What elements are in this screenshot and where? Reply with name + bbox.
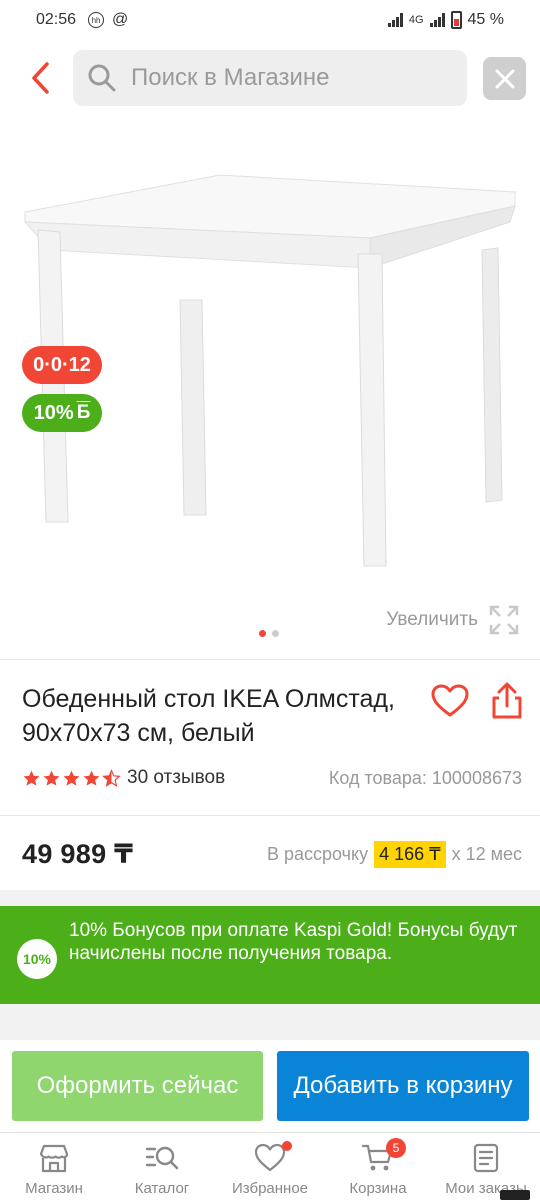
product-title: Обеденный стол IKEA Олмстад, 90x70x73 см… [22, 685, 395, 747]
gallery-pagination [259, 630, 279, 637]
star-half-icon [102, 768, 121, 787]
section-gap [0, 1004, 540, 1040]
product-gallery[interactable]: 0·0·12 10% Б Увеличить [0, 120, 540, 650]
search-header [0, 48, 540, 110]
zoom-label: Увеличить [386, 609, 478, 630]
expand-icon [489, 605, 519, 635]
store-icon [39, 1144, 69, 1173]
star-icon [23, 770, 40, 786]
installment-suffix: x 12 мес [451, 843, 522, 864]
heart-icon [254, 1143, 286, 1172]
tab-label: Каталог [134, 1180, 190, 1197]
tab-catalog[interactable]: Каталог [108, 1133, 216, 1204]
share-icon [492, 682, 522, 719]
installment-amount: 4 166 ₸ [374, 840, 446, 868]
installment-info[interactable]: В рассрочку 4 166 ₸ x 12 мес [266, 840, 522, 868]
rating-stars[interactable] [22, 768, 121, 788]
bonus-badge-symbol: Б [76, 402, 91, 423]
rating-row: 30 отзывов Код товара: 100008673 [22, 764, 522, 792]
zoom-button[interactable]: Увеличить [386, 604, 520, 636]
share-button[interactable] [487, 681, 527, 721]
back-button[interactable] [22, 56, 58, 100]
status-time: 02:56 [36, 11, 77, 28]
star-icon [63, 770, 80, 786]
tab-store[interactable]: Магазин [0, 1133, 108, 1204]
tab-cart[interactable]: 5 Корзина [324, 1133, 432, 1204]
catalog-icon [145, 1146, 179, 1170]
home-indicator [500, 1190, 530, 1200]
divider [0, 815, 540, 816]
chevron-left-icon [32, 62, 49, 94]
price-row: 49 989 ₸ В рассрочку 4 166 ₸ x 12 мес [22, 834, 522, 874]
favorite-button[interactable] [430, 681, 470, 721]
search-icon [88, 64, 116, 92]
star-icon [43, 770, 60, 786]
installment-prefix: В рассрочку [266, 843, 369, 864]
divider [0, 659, 540, 660]
add-to-cart-button[interactable]: Добавить в корзину [277, 1051, 529, 1121]
tab-label: Корзина [349, 1180, 407, 1197]
at-notification-icon: @ [112, 11, 129, 28]
installment-badge: 0·0·12 [22, 346, 102, 384]
search-box[interactable] [73, 50, 467, 106]
network-type: 4G [408, 14, 424, 26]
heart-icon [431, 684, 469, 717]
signal-icon-2 [429, 13, 445, 27]
battery-icon [450, 11, 462, 29]
bonus-badge-value: 10% [33, 401, 74, 424]
reviews-link[interactable]: 30 отзывов [127, 767, 225, 789]
product-sku: Код товара: 100008673 [328, 767, 522, 788]
gallery-dot-active[interactable] [259, 630, 266, 637]
product-price: 49 989 ₸ [22, 838, 134, 869]
favorites-notification-dot [282, 1141, 292, 1151]
gallery-dot[interactable] [272, 630, 279, 637]
battery-percent: 45 % [467, 11, 504, 28]
signal-icon [387, 13, 403, 27]
bonus-circle-badge: 10% [17, 939, 57, 979]
buy-now-button[interactable]: Оформить сейчас [12, 1051, 263, 1121]
bonus-banner[interactable]: 10% 10% Бонусов при оплате Kaspi Gold! Б… [0, 906, 540, 1004]
hh-notification-icon: hh [88, 12, 105, 28]
close-icon [495, 69, 514, 88]
section-gap [0, 890, 540, 906]
tab-favorites[interactable]: Избранное [216, 1133, 324, 1204]
close-search-button[interactable] [483, 57, 526, 100]
cart-count-badge: 5 [386, 1138, 406, 1158]
orders-icon [473, 1143, 499, 1173]
star-icon [83, 770, 100, 786]
status-bar: 02:56 hh @ 4G 45 % [0, 0, 540, 40]
bonus-badge: 10% Б [22, 394, 102, 432]
tab-label: Избранное [231, 1180, 309, 1197]
tab-label: Магазин [25, 1180, 83, 1197]
search-input[interactable] [131, 64, 451, 92]
bottom-tab-bar: Магазин Каталог Избранное 5 Корзина Мои … [0, 1132, 540, 1204]
bonus-banner-text: 10% Бонусов при оплате Kaspi Gold! Бонус… [69, 920, 518, 964]
